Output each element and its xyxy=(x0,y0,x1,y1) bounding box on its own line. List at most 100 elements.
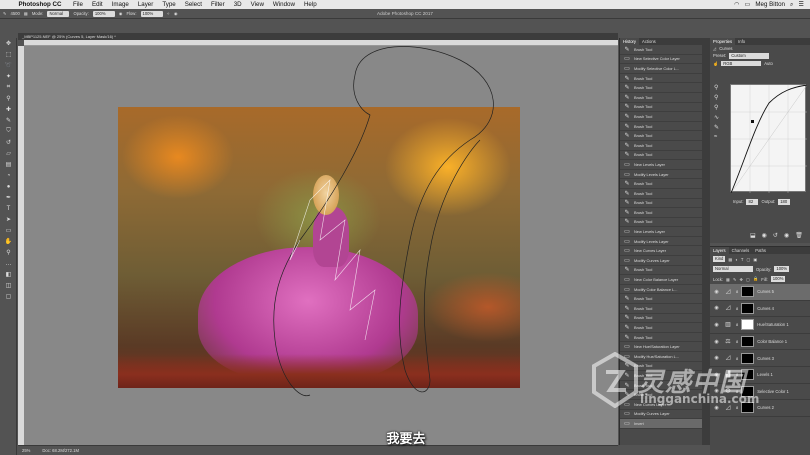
layer-mask-thumbnail[interactable] xyxy=(741,336,755,348)
history-item[interactable]: ✎ Brush Tool xyxy=(620,122,706,132)
history-item[interactable]: ▭ Modify Hue/Saturation L... xyxy=(620,352,706,362)
curve-edit-points-icon[interactable]: ∿ xyxy=(714,114,719,121)
marquee-tool-icon[interactable]: ⬚ xyxy=(0,49,17,60)
layer-mask-thumbnail[interactable] xyxy=(741,319,755,331)
history-item[interactable]: ✎ Brush Tool xyxy=(620,333,706,343)
mode-select[interactable]: Normal xyxy=(47,10,70,17)
type-tool-icon[interactable]: T xyxy=(0,203,17,214)
history-item[interactable]: ✎ Brush Tool xyxy=(620,304,706,314)
menu-layer[interactable]: Layer xyxy=(133,1,157,8)
layer-name[interactable]: Hue/Saturation 1 xyxy=(757,322,788,327)
brush-preset-icon[interactable]: ✎ xyxy=(3,11,7,16)
mask-link-icon[interactable]: 8 xyxy=(736,405,738,410)
visibility-eye-icon[interactable]: ◉ xyxy=(713,372,720,378)
history-item[interactable]: ✎ Brush Tool xyxy=(620,83,706,93)
lock-artboard-icon[interactable]: ▢ xyxy=(746,277,750,282)
opacity-field[interactable]: 100% xyxy=(92,10,115,17)
mask-link-icon[interactable]: 8 xyxy=(736,339,738,344)
hue-saturation-icon[interactable]: ▥ xyxy=(723,320,733,330)
curves-icon[interactable]: ◿ xyxy=(723,353,733,363)
menu-filter[interactable]: Filter xyxy=(206,1,229,8)
eyedropper-tool-icon[interactable]: ⚲ xyxy=(0,93,17,104)
blur-tool-icon[interactable]: ◔ xyxy=(0,170,17,181)
tab-info[interactable]: Info xyxy=(735,38,748,45)
brush-panel-icon[interactable]: ▦ xyxy=(24,11,28,16)
history-item[interactable]: ▭ Modify Color Balance L... xyxy=(620,285,706,295)
filter-adjustment-icon[interactable]: ◐ xyxy=(735,257,738,262)
layer-row[interactable]: ◉ ◿ 8 Curves 2 xyxy=(710,400,810,417)
layer-name[interactable]: Curves 3 xyxy=(757,356,774,361)
filter-shape-icon[interactable]: ▢ xyxy=(746,257,750,262)
visibility-eye-icon[interactable]: ◉ xyxy=(713,339,720,345)
mask-link-icon[interactable]: 8 xyxy=(736,322,738,327)
curves-icon[interactable]: ◿ xyxy=(723,287,733,297)
zoom-tool-icon[interactable]: ⚲ xyxy=(0,247,17,258)
layer-mask-thumbnail[interactable] xyxy=(741,286,755,298)
on-image-adjust-icon[interactable]: ☝ xyxy=(713,61,718,67)
lock-all-icon[interactable]: 🔒 xyxy=(753,276,758,282)
filter-type-icon[interactable]: T xyxy=(741,257,744,262)
brush-tool-icon[interactable]: ✎ xyxy=(0,115,17,126)
pressure-size-icon[interactable]: ◉ xyxy=(174,11,178,16)
visibility-eye-icon[interactable]: ◉ xyxy=(713,305,720,311)
layer-row[interactable]: ◉ ⚖ 8 Color Balance 1 xyxy=(710,334,810,351)
photo-canvas[interactable] xyxy=(118,107,520,388)
more-tools-icon[interactable]: … xyxy=(0,258,17,269)
doc-size[interactable]: Doc: 68.2M/272.1M xyxy=(42,446,79,455)
history-item[interactable]: ▭ New Levels Layer xyxy=(620,227,706,237)
filter-smart-icon[interactable]: ▣ xyxy=(753,257,757,262)
mask-link-icon[interactable]: 8 xyxy=(736,389,738,394)
visibility-eye-icon[interactable]: ◉ xyxy=(713,289,720,295)
blend-mode-select[interactable]: Normal xyxy=(713,266,753,272)
path-select-tool-icon[interactable]: ➤ xyxy=(0,214,17,225)
menu-edit[interactable]: Edit xyxy=(87,1,107,8)
dodge-tool-icon[interactable]: ● xyxy=(0,181,17,192)
mask-link-icon[interactable]: 8 xyxy=(736,356,738,361)
auto-button[interactable]: Auto xyxy=(764,61,773,66)
document-tab[interactable]: _MBP1125.NEF @ 25% (Curves 5, Layer Mask… xyxy=(18,33,618,40)
mask-link-icon[interactable]: 8 xyxy=(736,289,738,294)
brush-size[interactable]: 4500 xyxy=(11,11,20,16)
curve-graph[interactable] xyxy=(730,84,808,194)
search-icon[interactable]: ⌕ xyxy=(790,1,793,9)
layer-row[interactable]: ◉ ◿ 8 Curves 4 xyxy=(710,301,810,318)
history-item[interactable]: ▭ Invert xyxy=(620,419,706,429)
curves-icon[interactable]: ◿ xyxy=(723,403,733,413)
visibility-eye-icon[interactable]: ◉ xyxy=(713,405,720,411)
history-item[interactable]: ✎ Brush Tool xyxy=(620,131,706,141)
menu-window[interactable]: Window xyxy=(268,1,299,8)
tab-layers[interactable]: Layers xyxy=(710,247,729,254)
lock-pixels-icon[interactable]: ▦ xyxy=(726,277,730,282)
layer-mask-thumbnail[interactable] xyxy=(741,369,755,381)
hand-tool-icon[interactable]: ✋ xyxy=(0,236,17,247)
notification-icon[interactable]: ☰ xyxy=(798,1,804,8)
layer-name[interactable]: Selective Color 1 xyxy=(757,389,789,394)
pencil-draw-icon[interactable]: ✎ xyxy=(714,124,719,131)
clip-to-layer-icon[interactable]: ⬓ xyxy=(750,232,756,239)
layer-mask-thumbnail[interactable] xyxy=(741,402,755,414)
menu-app-name[interactable]: Photoshop CC xyxy=(14,1,68,8)
gray-point-eyedropper-icon[interactable]: ⚲ xyxy=(714,94,719,101)
eraser-tool-icon[interactable]: ▱ xyxy=(0,148,17,159)
history-item[interactable]: ✎ Brush Tool xyxy=(620,179,706,189)
levels-icon[interactable]: ▟ xyxy=(723,370,733,380)
zoom-level[interactable]: 25% xyxy=(22,446,30,455)
history-item[interactable]: ▭ Modify Selective Color L... xyxy=(620,64,706,74)
menu-image[interactable]: Image xyxy=(107,1,133,8)
screen-mode-icon[interactable]: ▢ xyxy=(0,291,17,302)
layer-row[interactable]: ◉ ◍ 8 Selective Color 1 xyxy=(710,384,810,401)
filter-pixel-icon[interactable]: ▦ xyxy=(728,257,732,262)
history-item[interactable]: ✎ Brush Tool xyxy=(620,218,706,228)
layer-row[interactable]: ◉ ▥ 8 Hue/Saturation 1 xyxy=(710,317,810,334)
menu-select[interactable]: Select xyxy=(180,1,206,8)
wifi-icon[interactable]: ◠ xyxy=(734,1,739,8)
history-item[interactable]: ✎ Brush Tool xyxy=(620,103,706,113)
history-item[interactable]: ✎ Brush Tool xyxy=(620,199,706,209)
view-previous-icon[interactable]: ◉ xyxy=(762,232,767,239)
layer-opacity-field[interactable]: 100% xyxy=(774,266,790,272)
mask-link-icon[interactable]: 8 xyxy=(736,372,738,377)
delete-adjustment-icon[interactable]: 🗑 xyxy=(795,232,803,239)
history-item[interactable]: ✎ Brush Tool xyxy=(620,362,706,372)
toggle-visibility-icon[interactable]: ◉ xyxy=(784,232,789,239)
layer-name[interactable]: Curves 2 xyxy=(757,405,774,410)
